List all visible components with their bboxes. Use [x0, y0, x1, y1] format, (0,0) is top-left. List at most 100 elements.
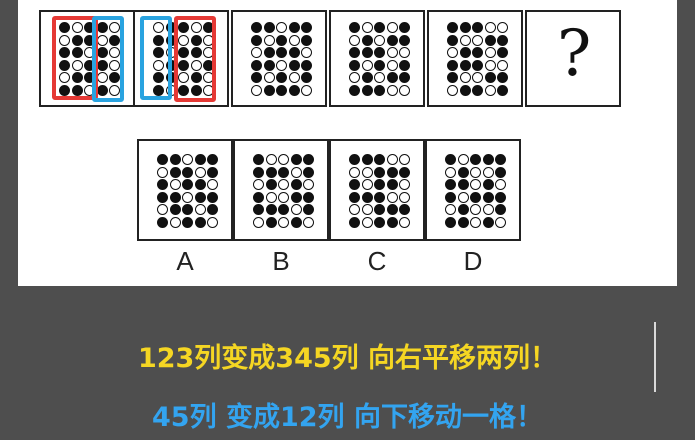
filled-dot — [301, 59, 312, 71]
option-b-label[interactable]: B — [233, 246, 329, 277]
filled-dot — [361, 47, 373, 58]
empty-dot — [361, 179, 373, 190]
filled-dot — [399, 59, 410, 71]
filled-dot — [303, 204, 314, 215]
option-a-cell[interactable] — [137, 139, 233, 241]
option-b-cell[interactable] — [233, 139, 329, 241]
filled-dot — [288, 84, 300, 96]
filled-dot — [157, 179, 168, 190]
option-d-cell[interactable] — [425, 139, 521, 241]
empty-dot — [472, 72, 483, 83]
filled-dot — [472, 47, 483, 58]
filled-dot — [301, 22, 312, 33]
filled-dot — [349, 191, 360, 203]
filled-dot — [253, 191, 264, 203]
filled-dot — [207, 204, 218, 215]
filled-dot — [182, 166, 193, 178]
filled-dot — [374, 191, 385, 203]
filled-dot — [301, 72, 312, 83]
empty-dot — [182, 191, 193, 203]
empty-dot — [470, 204, 481, 215]
filled-dot — [445, 191, 456, 203]
empty-dot — [253, 216, 264, 228]
option-a-label[interactable]: A — [137, 246, 233, 277]
filled-dot — [157, 191, 168, 203]
empty-dot — [361, 216, 373, 228]
sequence-cell-4 — [329, 10, 425, 107]
empty-dot — [447, 84, 458, 96]
filled-dot — [482, 216, 494, 228]
empty-dot — [484, 59, 496, 71]
filled-dot — [399, 34, 410, 46]
filled-dot — [399, 166, 410, 178]
filled-dot — [194, 154, 206, 165]
empty-dot — [278, 216, 289, 228]
empty-dot — [399, 179, 410, 190]
option-d-label[interactable]: D — [425, 246, 521, 277]
filled-dot — [459, 22, 471, 33]
empty-dot — [263, 72, 275, 83]
highlight-blue-right — [140, 16, 172, 100]
filled-dot — [399, 204, 410, 215]
empty-dot — [459, 72, 471, 83]
filled-dot — [447, 72, 458, 83]
filled-dot — [374, 59, 385, 71]
filled-dot — [349, 179, 360, 190]
filled-dot — [349, 22, 360, 33]
empty-dot — [361, 204, 373, 215]
filled-dot — [253, 166, 264, 178]
filled-dot — [194, 191, 206, 203]
filled-dot — [497, 34, 508, 46]
filled-dot — [472, 84, 483, 96]
filled-dot — [349, 59, 360, 71]
filled-dot — [349, 84, 360, 96]
question-mark: ? — [557, 17, 592, 91]
filled-dot — [386, 72, 398, 83]
filled-dot — [182, 204, 193, 215]
filled-dot — [303, 191, 314, 203]
empty-dot — [278, 191, 289, 203]
filled-dot — [386, 166, 398, 178]
filled-dot — [276, 47, 287, 58]
option-c-cell[interactable] — [329, 139, 425, 241]
empty-dot — [374, 72, 385, 83]
filled-dot — [447, 34, 458, 46]
filled-dot — [251, 72, 262, 83]
empty-dot — [399, 216, 410, 228]
filled-dot — [251, 59, 262, 71]
caption-line-2: 45列 变成12列 向下移动一格！ — [152, 402, 543, 433]
filled-dot — [447, 59, 458, 71]
filled-dot — [374, 216, 385, 228]
filled-dot — [374, 166, 385, 178]
filled-dot — [278, 166, 289, 178]
filled-dot — [265, 204, 277, 215]
filled-dot — [169, 191, 181, 203]
empty-dot — [169, 216, 181, 228]
empty-dot — [445, 166, 456, 178]
empty-dot — [253, 179, 264, 190]
filled-dot — [263, 47, 275, 58]
empty-dot — [349, 204, 360, 215]
filled-dot — [349, 47, 360, 58]
filled-dot — [361, 84, 373, 96]
filled-dot — [472, 59, 483, 71]
empty-dot — [301, 84, 312, 96]
filled-dot — [470, 154, 481, 165]
empty-dot — [290, 204, 302, 215]
filled-dot — [207, 191, 218, 203]
filled-dot — [182, 216, 193, 228]
empty-dot — [495, 179, 506, 190]
filled-dot — [495, 154, 506, 165]
filled-dot — [207, 166, 218, 178]
filled-dot — [290, 191, 302, 203]
filled-dot — [374, 84, 385, 96]
empty-dot — [386, 47, 398, 58]
option-c-label[interactable]: C — [329, 246, 425, 277]
filled-dot — [445, 179, 456, 190]
filled-dot — [290, 154, 302, 165]
empty-dot — [399, 84, 410, 96]
empty-dot — [303, 216, 314, 228]
filled-dot — [459, 47, 471, 58]
filled-dot — [157, 154, 168, 165]
filled-dot — [386, 204, 398, 215]
